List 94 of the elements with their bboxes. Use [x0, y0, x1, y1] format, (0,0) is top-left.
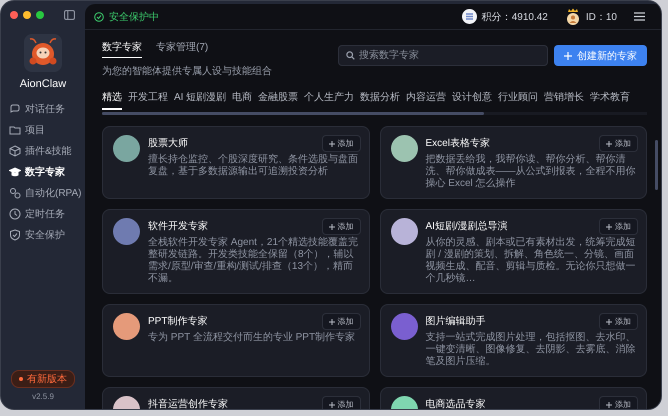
linked-circles-icon: [9, 187, 21, 199]
menu-icon[interactable]: [634, 12, 645, 21]
expert-name: 软件开发专家: [148, 220, 208, 233]
app-name: AionClaw: [20, 78, 66, 90]
expert-card[interactable]: Excel表格专家 添加 把数据丢给我，我帮你读、帮你分析、帮你清洗、帮你做成表——从公式到报表，全程不用你操心 Excel 怎么操作: [380, 126, 647, 199]
maximize-window-button[interactable]: [36, 11, 44, 19]
search-field[interactable]: 搜索数字专家: [338, 45, 548, 66]
avatar-placeholder: [390, 218, 418, 245]
category-tab[interactable]: 个人生产力: [304, 90, 354, 110]
plus-icon: [564, 52, 572, 60]
check-shield-icon: [94, 12, 104, 22]
expert-description: 支持一站式完成图片处理，包括抠图、去水印、一键变清晰、图像修复、去阴影、去雾底、消除笔及图片压缩。: [426, 332, 636, 368]
add-button[interactable]: 添加: [599, 218, 638, 235]
sidebar-toggle-icon[interactable]: [64, 10, 75, 20]
expert-name: 抖音运营创作专家: [148, 398, 228, 409]
avatar-placeholder: [390, 135, 418, 162]
avatar-placeholder: [113, 313, 140, 340]
category-tab[interactable]: 数据分析: [360, 90, 400, 110]
plus-icon: [328, 140, 334, 146]
sidebar-item[interactable]: 安全保护: [9, 226, 85, 244]
logo-drawing: [24, 34, 62, 72]
sidebar-item[interactable]: 对话任务: [9, 100, 85, 118]
avatar-placeholder: [113, 218, 140, 245]
sidebar-item[interactable]: 数字专家: [9, 163, 85, 181]
expert-card[interactable]: AI短剧/漫剧总导演 添加 从你的灵感、剧本或已有素材出发，统筹完成短剧 / 漫剧的策划、拆解、角色统一、分镜、画面视频生成、配音、剪辑与质检。无论你只想做一个几秒镜…: [380, 209, 647, 294]
plus-icon: [328, 318, 334, 324]
category-tab[interactable]: 电商: [232, 90, 252, 110]
expert-name: 股票大师: [148, 136, 188, 150]
expert-card[interactable]: 抖音运营创作专家 添加: [102, 387, 370, 409]
add-button[interactable]: 添加: [322, 396, 360, 409]
plus-icon: [606, 224, 612, 230]
expert-description: 从你的灵感、剧本或已有素材出发，统筹完成短剧 / 漫剧的策划、拆解、角色统一、分镜、画面视频生成、配音、剪辑与质检。无论你只想做一个几秒镜…: [426, 237, 636, 285]
version-label: v2.5.9: [32, 392, 54, 401]
folder-icon: [9, 124, 21, 136]
header-tab[interactable]: 专家管理(7): [156, 40, 208, 58]
vertical-scrollbar[interactable]: [655, 140, 658, 190]
plus-icon: [328, 402, 334, 408]
expert-card[interactable]: 股票大师 添加 擅长持仓监控、个股深度研究、条件选股与盘面复盘，基于多数据源输出可追溯投资分析: [102, 126, 370, 199]
category-tab[interactable]: 金融股票: [258, 90, 298, 110]
create-expert-button[interactable]: 创建新的专家: [554, 45, 647, 66]
search-icon: [346, 51, 355, 60]
user-id-label: ID：10: [586, 10, 617, 24]
page-subtitle: 为您的智能体提供专属人设与技能组合: [102, 64, 273, 78]
add-button[interactable]: 添加: [599, 396, 638, 409]
expert-card[interactable]: PPT制作专家 添加 专为 PPT 全流程交付而生的专业 PPT制作专家: [102, 304, 370, 377]
expert-description: 把数据丢给我，我帮你读、帮你分析、帮你清洗、帮你做成表——从公式到报表，全程不用你操心 Excel 怎么操作: [426, 154, 636, 190]
expert-name: PPT制作专家: [148, 314, 208, 328]
category-tab[interactable]: 行业顾问: [498, 90, 538, 110]
user-avatar-icon[interactable]: [564, 8, 581, 25]
category-tab[interactable]: 营销增长: [544, 90, 584, 110]
expert-description: 擅长持仓监控、个股深度研究、条件选股与盘面复盘，基于多数据源输出可追溯投资分析: [148, 154, 359, 178]
coin-icon: [462, 9, 477, 24]
expert-name: 图片编辑助手: [426, 314, 486, 328]
chat-bubble-icon: [9, 103, 21, 115]
add-button[interactable]: 添加: [322, 218, 360, 235]
category-tab[interactable]: 开发工程: [128, 90, 168, 110]
avatar-placeholder: [113, 135, 140, 162]
cube-icon: [9, 145, 21, 157]
category-tab[interactable]: 精选: [102, 90, 122, 110]
expert-description: 专为 PPT 全流程交付而生的专业 PPT制作专家: [148, 332, 356, 344]
expert-name: 电商选品专家: [426, 398, 486, 409]
expert-description: 全栈软件开发专家 Agent，21个精选技能覆盖完整研发链路。开发类技能全保留（8个），辅以需求/原型/审查/重构/测试/排查（13个），精而不漏。: [148, 237, 360, 285]
category-tab[interactable]: 学术教育: [590, 90, 630, 110]
add-button[interactable]: 添加: [599, 135, 638, 152]
avatar-placeholder: [390, 313, 418, 340]
plus-icon: [328, 224, 334, 230]
plus-icon: [606, 402, 612, 408]
plus-icon: [606, 318, 612, 324]
security-status: 安全保护中: [109, 10, 159, 24]
sidebar-item[interactable]: 插件&技能: [9, 142, 85, 160]
category-tab[interactable]: 内容运营: [406, 90, 446, 110]
add-button[interactable]: 添加: [322, 135, 360, 152]
expert-card[interactable]: 图片编辑助手 添加 支持一站式完成图片处理，包括抠图、去水印、一键变清晰、图像修复、去阴影、去雾底、消除笔及图片压缩。: [380, 304, 647, 377]
sidebar-item[interactable]: 自动化(RPA): [9, 184, 85, 202]
expert-card[interactable]: 软件开发专家 添加 全栈软件开发专家 Agent，21个精选技能覆盖完整研发链路。开发类技能全保留（8个），辅以需求/原型/审查/重构/测试/排查（13个），精而不漏。: [102, 209, 370, 294]
category-tab[interactable]: AI 短剧漫剧: [174, 90, 226, 110]
minimize-window-button[interactable]: [23, 11, 31, 19]
expert-name: AI短剧/漫剧总导演: [426, 220, 508, 233]
update-badge[interactable]: 有新版本: [11, 370, 75, 388]
expert-name: Excel表格专家: [426, 136, 490, 150]
sidebar-item[interactable]: 定时任务: [9, 205, 85, 223]
clock-icon: [9, 208, 21, 220]
graduation-cap-icon: [9, 166, 21, 178]
expert-card[interactable]: 电商选品专家 添加: [380, 387, 647, 409]
add-button[interactable]: 添加: [599, 313, 638, 330]
header-tab[interactable]: 数字专家: [102, 40, 142, 58]
close-window-button[interactable]: [10, 11, 18, 19]
points-label: 积分：4910.42: [482, 10, 548, 24]
shield-icon: [9, 229, 21, 241]
sidebar-item[interactable]: 项目: [9, 121, 85, 139]
plus-icon: [606, 140, 612, 146]
add-button[interactable]: 添加: [322, 313, 360, 330]
category-tab[interactable]: 设计创意: [452, 90, 492, 110]
horizontal-scrollbar[interactable]: [102, 112, 484, 115]
